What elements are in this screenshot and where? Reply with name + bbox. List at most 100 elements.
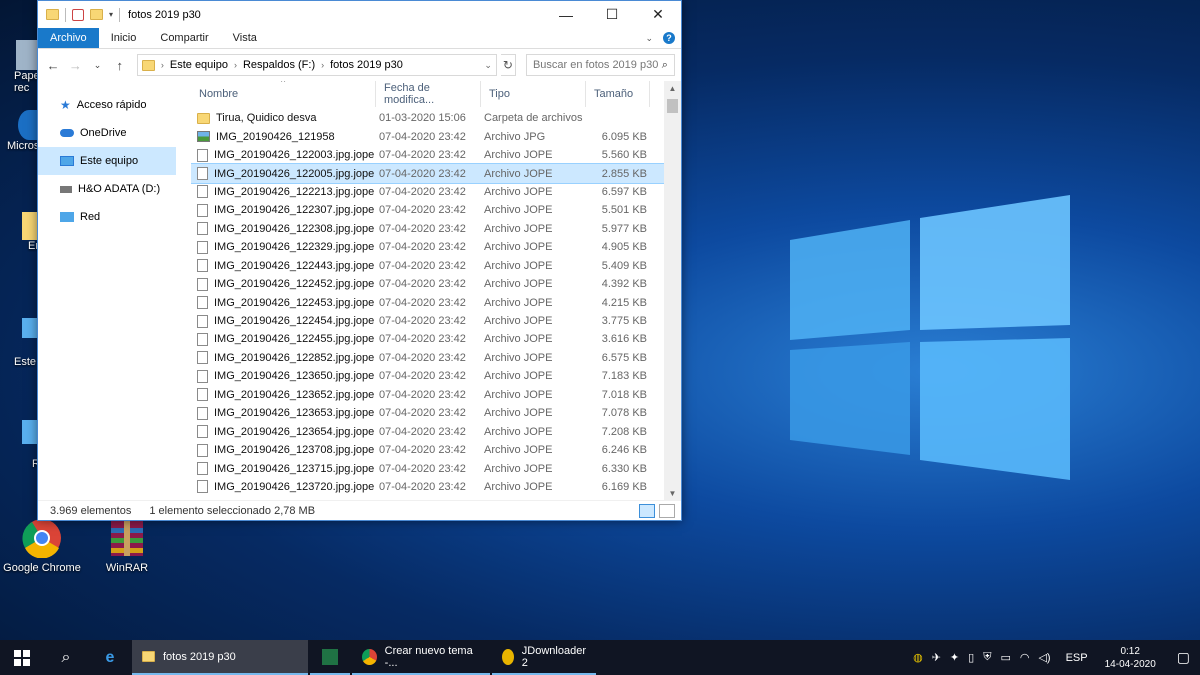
wifi-icon[interactable]: ◠ [1020, 651, 1030, 664]
column-tamano[interactable]: Tamaño [586, 81, 650, 107]
column-fecha[interactable]: Fecha de modifica... [376, 81, 481, 107]
jdownloader-icon [502, 648, 514, 665]
desktop-icon-edge[interactable]: Micros [0, 110, 38, 152]
nav-item-red[interactable]: Red [38, 203, 184, 231]
search-input[interactable]: Buscar en fotos 2019 p30 ⌕ [525, 54, 675, 76]
properties-icon[interactable] [72, 8, 84, 21]
file-icon [197, 277, 208, 291]
dropbox-icon[interactable]: ✦ [950, 651, 959, 664]
file-name-cell: IMG_20190426_122852.jpg.jope [191, 351, 375, 365]
file-row[interactable]: IMG_20190426_122452.jpg.jope 07-04-2020 2… [191, 275, 681, 293]
close-button[interactable]: ✕ [635, 1, 681, 28]
file-icon [197, 296, 208, 310]
refresh-icon[interactable]: ↻ [500, 54, 516, 76]
edge-icon[interactable]: e [88, 640, 132, 675]
tab-compartir[interactable]: Compartir [148, 28, 220, 48]
help-icon[interactable]: ? [663, 32, 675, 44]
desktop-icon-chrome[interactable]: Google Chrome [3, 518, 81, 574]
clock[interactable]: 0:12 14-04-2020 [1105, 645, 1156, 671]
desktop-icon-winrar[interactable]: WinRAR [88, 518, 166, 574]
file-row[interactable]: IMG_20190426_123720.jpg.jope 07-04-2020 2… [191, 478, 681, 496]
shield-icon[interactable]: ⛨ [983, 651, 991, 664]
file-name-cell: IMG_20190426_123650.jpg.jope [191, 369, 375, 383]
scroll-thumb[interactable] [667, 99, 678, 113]
desktop-icon-recycle-bin[interactable]: Pape rec [0, 40, 38, 94]
file-row[interactable]: IMG_20190426_122003.jpg.jope 07-04-2020 2… [191, 146, 681, 164]
file-row[interactable]: IMG_20190426_122329.jpg.jope 07-04-2020 2… [191, 238, 681, 256]
file-row[interactable]: IMG_20190426_123654.jpg.jope 07-04-2020 2… [191, 422, 681, 440]
vertical-scrollbar[interactable]: ▲ ▼ [664, 81, 681, 500]
nav-label: H&O ADATA (D:) [78, 183, 161, 195]
forward-arrow-icon[interactable]: → [66, 58, 84, 73]
file-row[interactable]: IMG_20190426_122213.jpg.jope 07-04-2020 2… [191, 183, 681, 201]
tab-inicio[interactable]: Inicio [99, 28, 149, 48]
details-view-icon[interactable] [639, 503, 655, 518]
nav-item-acceso-rapido[interactable]: ★ Acceso rápido [38, 91, 184, 119]
file-row[interactable]: IMG_20190426_122454.jpg.jope 07-04-2020 2… [191, 312, 681, 330]
tab-archivo[interactable]: Archivo [38, 28, 99, 48]
file-name-cell: IMG_20190426_122003.jpg.jope [191, 148, 375, 162]
address-bar[interactable]: › Este equipo › Respaldos (F:) › fotos 2… [136, 54, 497, 76]
file-row[interactable]: IMG_20190426_123650.jpg.jope 07-04-2020 2… [191, 367, 681, 385]
file-row[interactable]: IMG_20190426_122005.jpg.jope 07-04-2020 2… [191, 163, 681, 184]
column-tipo[interactable]: Tipo [481, 81, 586, 107]
maximize-button[interactable]: ☐ [589, 1, 635, 28]
file-row[interactable]: IMG_20190426_122307.jpg.jope 07-04-2020 2… [191, 201, 681, 219]
address-dropdown-icon[interactable]: ⌄ [484, 60, 492, 71]
file-row[interactable]: IMG_20190426_122852.jpg.jope 07-04-2020 2… [191, 349, 681, 367]
recent-locations-icon[interactable]: ⌄ [88, 60, 106, 71]
satellite-icon[interactable]: ✈ [932, 651, 941, 664]
file-name: IMG_20190426_122308.jpg.jope [214, 222, 375, 235]
jdownloader-tray-icon[interactable]: ◍ [913, 651, 923, 664]
up-arrow-icon[interactable]: ↑ [111, 58, 129, 73]
nav-item-onedrive[interactable]: OneDrive [38, 119, 184, 147]
scroll-down-icon[interactable]: ▼ [664, 489, 681, 498]
file-row[interactable]: IMG_20190426_123708.jpg.jope 07-04-2020 2… [191, 441, 681, 459]
desktop-icon-network[interactable]: R [0, 420, 38, 470]
star-icon: ★ [60, 98, 71, 112]
file-name: IMG_20190426_123720.jpg.jope [214, 480, 375, 493]
usb-icon[interactable]: ▯ [968, 651, 974, 664]
customize-qat-icon[interactable]: ▾ [109, 10, 113, 19]
taskbar-app-jdownloader[interactable]: JDownloader 2 [492, 640, 596, 675]
battery-icon[interactable]: ▭ [1000, 651, 1010, 664]
navigation-pane: ★ Acceso rápido OneDrive Este equipo H&O… [38, 81, 184, 500]
minimize-button[interactable]: — [543, 1, 589, 28]
breadcrumb-fotos[interactable]: fotos 2019 p30 [330, 59, 403, 71]
taskbar-app-chrome[interactable]: Crear nuevo tema -... [352, 640, 490, 675]
breadcrumb-respaldos[interactable]: Respaldos (F:) [243, 59, 315, 71]
file-row[interactable]: IMG_20190426_122308.jpg.jope 07-04-2020 2… [191, 220, 681, 238]
volume-icon[interactable]: ◁) [1038, 651, 1050, 664]
file-row[interactable]: Tirua, Quidico desva 01-03-2020 15:06 Carp… [191, 109, 681, 127]
file-row[interactable]: IMG_20190426_123715.jpg.jope 07-04-2020 2… [191, 459, 681, 477]
file-icon [197, 240, 208, 254]
start-button[interactable] [0, 640, 44, 675]
file-date: 07-04-2020 23:42 [379, 407, 466, 420]
taskbar-app-excel[interactable] [310, 640, 350, 675]
desktop-icon-this-pc[interactable]: Este [0, 318, 38, 368]
file-row[interactable]: IMG_20190426_122443.jpg.jope 07-04-2020 2… [191, 257, 681, 275]
large-icons-view-icon[interactable] [659, 503, 675, 518]
file-row[interactable]: IMG_20190426_123652.jpg.jope 07-04-2020 2… [191, 386, 681, 404]
file-row[interactable]: IMG_20190426_122453.jpg.jope 07-04-2020 2… [191, 293, 681, 311]
language-indicator[interactable]: ESP [1066, 652, 1088, 664]
breadcrumb-este-equipo[interactable]: Este equipo [170, 59, 228, 71]
file-row[interactable]: IMG_20190426_122455.jpg.jope 07-04-2020 2… [191, 330, 681, 348]
nav-item-adata[interactable]: H&O ADATA (D:) [38, 175, 184, 203]
notifications-icon[interactable]: ▢ [1177, 649, 1190, 666]
taskbar-app-explorer[interactable]: fotos 2019 p30 [132, 640, 308, 675]
file-date: 07-04-2020 23:42 [379, 480, 466, 493]
file-type: Archivo JOPE [484, 241, 553, 254]
nav-label: Red [80, 211, 101, 223]
tab-vista[interactable]: Vista [221, 28, 269, 48]
desktop-icon-folder[interactable]: En [0, 212, 38, 252]
search-icon[interactable]: ⌕ [44, 640, 88, 675]
scroll-up-icon[interactable]: ▲ [664, 81, 681, 95]
back-arrow-icon[interactable]: ← [44, 58, 62, 73]
expand-ribbon-icon[interactable]: ⌄ [645, 33, 653, 44]
file-name: IMG_20190426_123715.jpg.jope [214, 462, 375, 475]
file-row[interactable]: IMG_20190426_121958 07-04-2020 23:42 Archi… [191, 127, 681, 145]
file-row[interactable]: IMG_20190426_123653.jpg.jope 07-04-2020 2… [191, 404, 681, 422]
nav-item-este-equipo[interactable]: Este equipo [38, 147, 176, 175]
new-folder-icon[interactable] [90, 9, 103, 20]
